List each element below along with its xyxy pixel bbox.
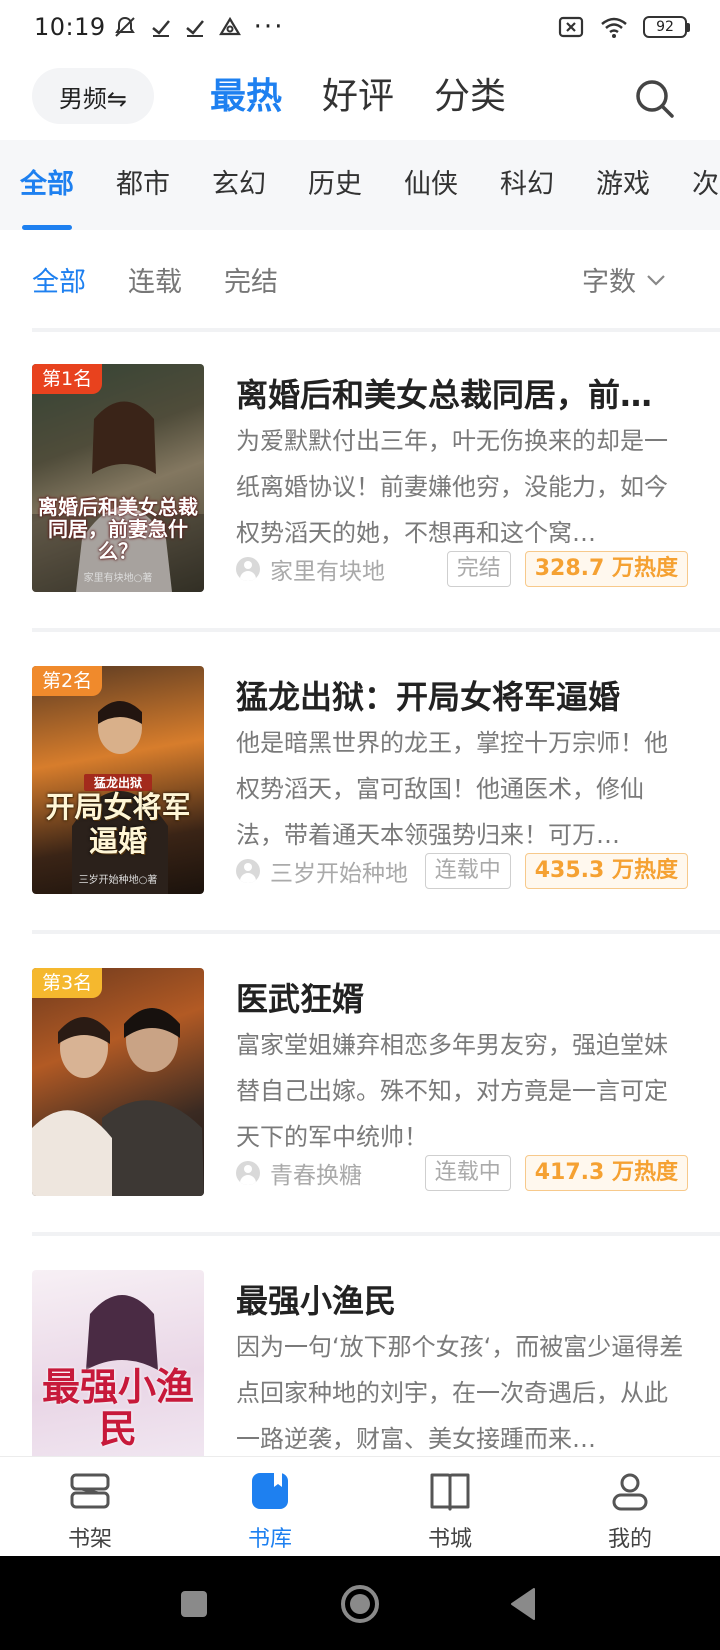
tab-category[interactable]: 分类: [434, 60, 506, 140]
book-author: 家里有块地: [270, 559, 385, 585]
category-fantasy[interactable]: 玄幻: [212, 140, 266, 230]
clock: 10:19: [34, 13, 106, 41]
book-title[interactable]: 猛龙出狱：开局女将军逼婚: [236, 672, 686, 718]
cover-subtitle: 猛龙出狱: [84, 774, 152, 791]
heat-badge: 417.3 万热度: [524, 1155, 688, 1191]
book-author: 青春换糖: [270, 1163, 362, 1189]
bottom-tab-bar: 书架 书库 书城 我的: [0, 1456, 720, 1556]
mute-notification-icon: [114, 16, 135, 37]
open-book-icon: [430, 1473, 470, 1511]
sort-dropdown[interactable]: 字数: [582, 260, 668, 299]
category-all[interactable]: 全部: [20, 140, 74, 230]
tab-mine[interactable]: 我的: [540, 1457, 720, 1556]
cover-illustration: [32, 1008, 204, 1196]
book-item[interactable]: 第2名 猛龙出狱 开局女将军逼婚 三岁开始种地○著 猛龙出狱：开局女将军逼婚 他…: [0, 630, 720, 930]
system-navigation-bar: [0, 1556, 720, 1650]
book-description: 为爱默默付出三年，叶无伤换来的却是一纸离婚协议！前妻嫌他穷，没能力，如今权势滔天…: [236, 427, 668, 547]
category-xianxia[interactable]: 仙侠: [404, 140, 458, 230]
check-icon: [151, 20, 170, 37]
tab-hottest[interactable]: 最热: [210, 60, 282, 140]
battery-level: 92: [643, 16, 687, 38]
heat-badge: 435.3 万热度: [524, 853, 688, 889]
author-avatar-icon: [236, 859, 260, 883]
category-scifi[interactable]: 科幻: [500, 140, 554, 230]
book-item[interactable]: 第1名 离婚后和美女总裁同居，前妻急什么？ 家里有块地○著 离婚后和美女总裁同居…: [0, 328, 720, 628]
status-badge: 连载中: [424, 1155, 511, 1191]
main-tabs: 最热 好评 分类: [210, 60, 506, 140]
tab-library[interactable]: 书库: [180, 1457, 360, 1556]
book-author: 三岁开始种地: [270, 861, 408, 887]
chevron-down-icon: [647, 274, 665, 286]
library-icon: [252, 1473, 288, 1509]
author-avatar-icon: [236, 557, 260, 581]
drive-icon: [218, 16, 241, 36]
battery-icon: 92: [643, 16, 690, 38]
tab-label: 书架: [67, 1527, 112, 1552]
heat-badge: 328.7 万热度: [524, 551, 688, 587]
book-description: 富家堂姐嫌弃相恋多年男友穷，强迫堂妹替自己出嫁。殊不知，对方竟是一言可定天下的军…: [236, 1031, 668, 1151]
book-cover[interactable]: 第1名 离婚后和美女总裁同居，前妻急什么？ 家里有块地○著: [32, 364, 204, 592]
book-meta: 青春换糖 连载中 417.3 万热度: [236, 1154, 688, 1192]
profile-icon: [612, 1473, 648, 1511]
category-more[interactable]: 次: [692, 140, 719, 230]
filter-row: 全部 连载 完结 字数: [0, 232, 720, 332]
status-badge: 完结: [446, 551, 511, 587]
tab-label: 书库: [247, 1527, 292, 1552]
rank-badge: 第3名: [32, 968, 103, 998]
tab-top-rated[interactable]: 好评: [322, 60, 394, 140]
sim-off-icon: [558, 16, 584, 38]
more-status-icon: ···: [253, 12, 285, 42]
category-history[interactable]: 历史: [308, 140, 362, 230]
back-icon[interactable]: [502, 1582, 546, 1626]
rank-badge: 第2名: [32, 666, 103, 696]
category-game[interactable]: 游戏: [596, 140, 650, 230]
status-bar: 10:19 ··· 92: [0, 0, 720, 54]
status-badge: 连载中: [424, 853, 511, 889]
book-item[interactable]: 第3名 医武狂婿 富家堂姐嫌弃相恋多年男友穷，强迫堂妹替自己出嫁。殊不知，对方竟…: [0, 932, 720, 1232]
category-strip: 全部 都市 玄幻 历史 仙侠 科幻 游戏 次: [0, 140, 720, 230]
book-title[interactable]: 医武狂婿: [236, 974, 686, 1020]
book-meta: 家里有块地 完结 328.7 万热度: [236, 550, 688, 588]
tab-label: 书城: [427, 1527, 472, 1552]
cover-author: 家里有块地○著: [83, 573, 153, 584]
cover-title: 开局女将军逼婚: [45, 790, 191, 858]
filter-serializing[interactable]: 连载: [128, 260, 182, 299]
book-description: 他是暗黑世界的龙王，掌控十万宗师！他权势滔天，富可敌国！他通医术，修仙法，带着通…: [236, 729, 668, 849]
tab-bookshelf[interactable]: 书架: [0, 1457, 180, 1556]
cover-author: 三岁开始种地○著: [78, 875, 158, 886]
cover-title: 离婚后和美女总裁同居，前妻急什么？: [38, 495, 198, 563]
book-title[interactable]: 最强小渔民: [236, 1276, 686, 1322]
book-title[interactable]: 离婚后和美女总裁同居，前…: [236, 370, 686, 416]
cover-title: 最强小渔民: [41, 1365, 194, 1451]
tab-bookstore[interactable]: 书城: [360, 1457, 540, 1556]
rank-badge: 第1名: [32, 364, 103, 394]
book-meta: 三岁开始种地 连载中 435.3 万热度: [236, 852, 688, 890]
search-icon[interactable]: [630, 74, 680, 124]
wifi-icon: [601, 17, 627, 38]
filter-completed[interactable]: 完结: [224, 260, 278, 299]
recent-apps-icon[interactable]: [172, 1582, 216, 1626]
top-nav: 男频⇋ 最热 好评 分类: [0, 60, 720, 140]
book-description: 因为一句‘放下那个女孩‘，而被富少逼得差点回家种地的刘宇，在一次奇遇后，从此一路…: [236, 1333, 684, 1453]
book-cover[interactable]: 第3名: [32, 968, 204, 1196]
category-urban[interactable]: 都市: [116, 140, 170, 230]
sort-label: 字数: [582, 267, 636, 298]
home-icon[interactable]: [338, 1582, 382, 1626]
bookshelf-icon: [70, 1473, 110, 1509]
author-avatar-icon: [236, 1161, 260, 1185]
gender-switch-button[interactable]: 男频⇋: [32, 68, 154, 124]
book-cover[interactable]: 第2名 猛龙出狱 开局女将军逼婚 三岁开始种地○著: [32, 666, 204, 894]
filter-all[interactable]: 全部: [32, 260, 86, 299]
check-icon: [185, 20, 204, 37]
tab-label: 我的: [607, 1527, 652, 1552]
